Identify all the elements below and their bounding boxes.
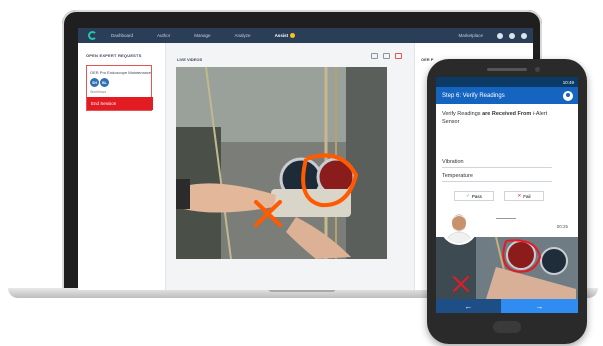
annotate-icon[interactable] bbox=[395, 53, 402, 59]
close-icon: ✕ bbox=[517, 193, 522, 198]
nav-assist-label: Assist bbox=[274, 32, 289, 38]
phone-camera-icon bbox=[535, 67, 540, 72]
phone-video-feed[interactable] bbox=[436, 237, 578, 299]
request-sub: Workflows bbox=[90, 90, 107, 94]
help-icon[interactable] bbox=[509, 32, 515, 39]
verify-text-pre: Verify Readings bbox=[442, 111, 483, 117]
fail-button[interactable]: ✕ Fail bbox=[504, 191, 544, 201]
status-time: 10:49 bbox=[562, 79, 574, 85]
notification-dot-icon bbox=[290, 33, 296, 39]
status-bar: 10:49 bbox=[436, 77, 578, 87]
scene: Dashboard Author Manage Analyze Assist M… bbox=[0, 0, 603, 346]
nav-analyze[interactable]: Analyze bbox=[235, 33, 251, 38]
end-session-label: End Session bbox=[91, 101, 117, 106]
phone-screen: 10:49 Step 6: Verify Readings Verify Rea… bbox=[436, 77, 578, 313]
request-avatars: SH BL bbox=[90, 78, 110, 87]
phone-nav-bar: ← → bbox=[436, 299, 578, 313]
user-icon[interactable] bbox=[563, 90, 573, 101]
fail-label: Fail bbox=[523, 193, 531, 199]
step-title: Step 6: Verify Readings bbox=[442, 92, 505, 99]
end-session-button[interactable]: End Session bbox=[87, 97, 153, 110]
back-arrow-icon: ← bbox=[464, 301, 473, 311]
right-panel-title: OER P bbox=[421, 57, 434, 62]
phone-speaker bbox=[487, 68, 527, 71]
avatar: BL bbox=[100, 78, 109, 87]
next-arrow-icon: → bbox=[535, 301, 544, 311]
pass-fail-row: ✓ Pass ✕ Fail bbox=[454, 191, 554, 201]
phone-video-frame bbox=[436, 237, 578, 299]
nav-dashboard[interactable]: Dashboard bbox=[111, 33, 133, 38]
center-panel: LIVE VIDEOS bbox=[166, 43, 414, 290]
nav-right: Marketplace bbox=[458, 32, 527, 39]
reading-vibration[interactable]: Vibration bbox=[442, 157, 552, 168]
call-progress bbox=[496, 218, 516, 219]
back-button[interactable]: ← bbox=[436, 299, 501, 313]
nav-manage[interactable]: Manage bbox=[194, 33, 210, 38]
verify-text-bold: are Received From bbox=[482, 111, 532, 117]
live-video-feed[interactable] bbox=[176, 67, 387, 259]
step-header: Step 6: Verify Readings bbox=[436, 87, 578, 104]
request-name: OER Pro Endoscope Maintenance bbox=[90, 70, 152, 75]
live-videos-title: LIVE VIDEOS bbox=[177, 57, 203, 62]
screen-icon[interactable] bbox=[383, 53, 390, 59]
verify-instruction: Verify Readings are Received From i-Aler… bbox=[442, 111, 564, 126]
expert-avatar bbox=[442, 209, 476, 243]
brand-logo-icon[interactable] bbox=[88, 31, 97, 40]
gear-icon[interactable] bbox=[497, 32, 503, 39]
video-toolbar bbox=[366, 53, 402, 59]
avatar: SH bbox=[90, 78, 99, 87]
video-frame bbox=[176, 67, 387, 259]
reading-temperature[interactable]: Temperature bbox=[442, 171, 552, 182]
expert-portrait bbox=[440, 207, 478, 245]
pass-button[interactable]: ✓ Pass bbox=[454, 191, 494, 201]
next-button[interactable]: → bbox=[501, 299, 578, 313]
open-requests-title: OPEN EXPERT REQUESTS bbox=[86, 53, 142, 58]
request-card[interactable]: OER Pro Endoscope Maintenance SH BL Work… bbox=[86, 65, 153, 111]
check-icon: ✓ bbox=[466, 193, 470, 198]
top-nav: Dashboard Author Manage Analyze Assist M… bbox=[78, 28, 533, 43]
pass-label: Pass bbox=[471, 193, 482, 199]
phone-home-button[interactable] bbox=[493, 321, 521, 333]
call-timer: 00:25 bbox=[556, 224, 568, 229]
home-icon[interactable] bbox=[371, 53, 378, 59]
phone: 10:49 Step 6: Verify Readings Verify Rea… bbox=[427, 59, 587, 344]
nav-assist[interactable]: Assist bbox=[274, 32, 296, 39]
nav-marketplace[interactable]: Marketplace bbox=[458, 33, 483, 38]
nav-author[interactable]: Author bbox=[157, 33, 170, 38]
user-icon[interactable] bbox=[521, 32, 527, 39]
left-panel: OPEN EXPERT REQUESTS OER Pro Endoscope M… bbox=[78, 43, 166, 290]
